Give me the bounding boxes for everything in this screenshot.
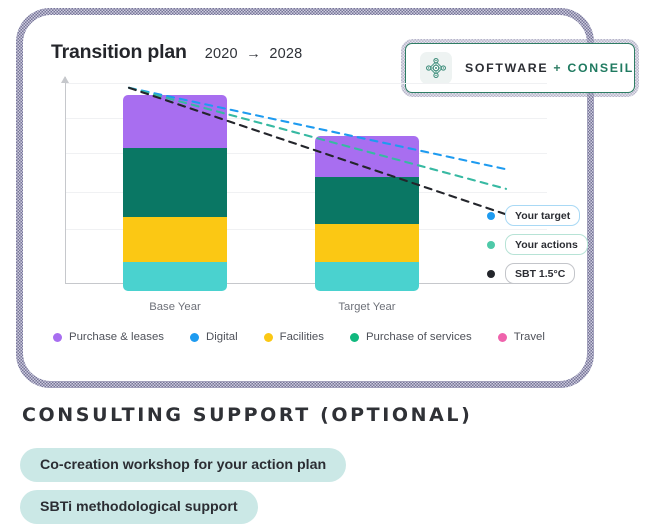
trajectory-pill-label: Your target <box>505 205 581 226</box>
trajectory-label-your-actions[interactable]: Your actions <box>487 234 588 255</box>
brand-word-software: SOFTWARE <box>465 61 549 75</box>
consulting-option-sbti[interactable]: SBTi methodological support <box>20 490 258 524</box>
legend-item-travel[interactable]: Travel <box>497 331 545 343</box>
year-range-label: 2020 → 2028 <box>204 46 303 62</box>
bar-segment-purchase-leases <box>315 136 419 178</box>
card-surface: Transition plan 2020 → 2028 SOFTWARE + C… <box>23 15 639 381</box>
transition-plan-card: Transition plan 2020 → 2028 SOFTWARE + C… <box>16 8 639 388</box>
consulting-support-heading: Consulting support (optional) <box>22 404 473 426</box>
brand-text: SOFTWARE + CONSEIL <box>465 61 634 75</box>
legend-item-purchase-of-services[interactable]: Purchase of services <box>349 331 472 343</box>
trajectory-pill-label: Your actions <box>505 234 588 255</box>
y-axis <box>65 77 66 284</box>
screenshot-root: Transition plan 2020 → 2028 SOFTWARE + C… <box>0 0 650 524</box>
legend-item-facilities[interactable]: Facilities <box>263 331 324 343</box>
trajectory-pill-label: SBT 1.5°C <box>505 263 576 284</box>
trajectory-label-your-target[interactable]: Your target <box>487 205 581 226</box>
chart-legend: Purchase & leases Digital Facilities Purcha… <box>53 331 545 343</box>
legend-item-purchase-leases[interactable]: Purchase & leases <box>53 331 164 343</box>
legend-label: Facilities <box>279 331 324 343</box>
legend-label: Digital <box>205 331 238 343</box>
brand-plus: + <box>553 61 563 75</box>
trajectory-endpoint-dot <box>487 240 495 249</box>
legend-color-dot <box>53 332 62 342</box>
trajectory-label-sbt-1-5-c[interactable]: SBT 1.5°C <box>487 263 576 284</box>
gridline-4 <box>66 83 547 85</box>
consulting-option-workshop[interactable]: Co-creation workshop for your action pla… <box>20 448 347 482</box>
bar-segment-purchase-leases <box>123 94 227 148</box>
legend-item-digital[interactable]: Digital <box>189 331 238 343</box>
legend-color-dot <box>497 332 507 342</box>
bar-segment-purchase-of-services <box>123 147 227 218</box>
page-title: Transition plan <box>51 41 187 63</box>
legend-label: Travel <box>513 331 545 343</box>
chart-plot-area: Base Year Target Year <box>51 76 561 313</box>
bar-segment-facilities <box>315 224 419 262</box>
bar-segment-digital <box>315 261 419 291</box>
legend-label: Purchase of services <box>365 331 472 343</box>
legend-color-dot <box>263 332 273 342</box>
legend-color-dot <box>189 332 199 342</box>
bar-base-year[interactable] <box>123 94 227 291</box>
bar-segment-digital <box>123 261 227 291</box>
y-axis-arrow-icon <box>61 76 69 83</box>
card-header: Transition plan 2020 → 2028 <box>51 41 302 64</box>
bar-segment-purchase-of-services <box>315 177 419 225</box>
legend-label: Purchase & leases <box>69 331 164 343</box>
x-axis-label-base-year: Base Year <box>149 301 201 313</box>
brand-word-conseil: CONSEIL <box>567 61 634 75</box>
bar-segment-facilities <box>123 217 227 262</box>
bar-target-year[interactable] <box>315 136 419 291</box>
x-axis-label-target-year: Target Year <box>338 301 396 313</box>
trajectory-endpoint-dot <box>487 269 495 278</box>
trajectory-endpoint-dot <box>487 211 495 220</box>
legend-color-dot <box>349 332 359 342</box>
